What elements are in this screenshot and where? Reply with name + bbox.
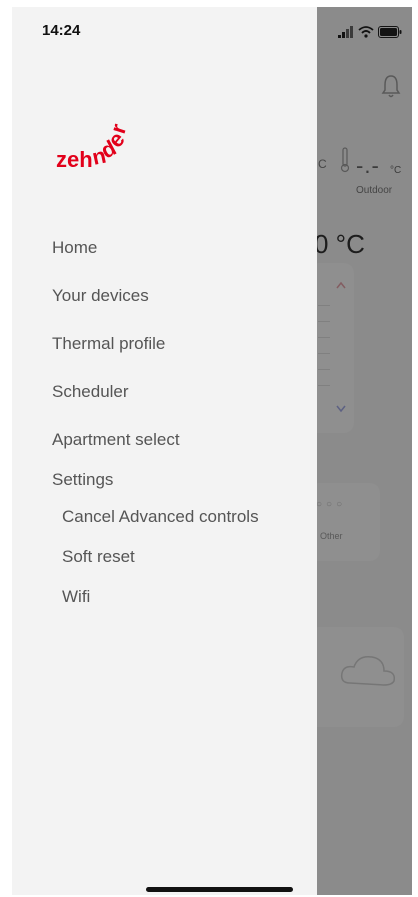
submenu-item-cancel-advanced-controls[interactable]: Cancel Advanced controls bbox=[62, 507, 259, 527]
submenu-item-soft-reset[interactable]: Soft reset bbox=[62, 547, 135, 567]
svg-text:zeh: zeh bbox=[56, 147, 93, 171]
navigation-drawer: 14:24 zeh n d e r Home Your devices Ther… bbox=[12, 7, 317, 895]
menu-item-apartment-select[interactable]: Apartment select bbox=[52, 430, 180, 450]
menu-item-your-devices[interactable]: Your devices bbox=[52, 286, 149, 306]
zehnder-logo: zeh n d e r bbox=[56, 120, 132, 171]
home-indicator[interactable] bbox=[146, 887, 293, 892]
status-time: 14:24 bbox=[42, 22, 81, 39]
app-frame: C -.- °C Outdoor 0 °C ○○○ Other 14:24 ze… bbox=[12, 7, 412, 895]
menu-item-scheduler[interactable]: Scheduler bbox=[52, 382, 129, 402]
submenu-item-wifi[interactable]: Wifi bbox=[62, 587, 90, 607]
menu-item-settings[interactable]: Settings bbox=[52, 470, 113, 490]
menu-item-home[interactable]: Home bbox=[52, 238, 97, 258]
menu-item-thermal-profile[interactable]: Thermal profile bbox=[52, 334, 165, 354]
